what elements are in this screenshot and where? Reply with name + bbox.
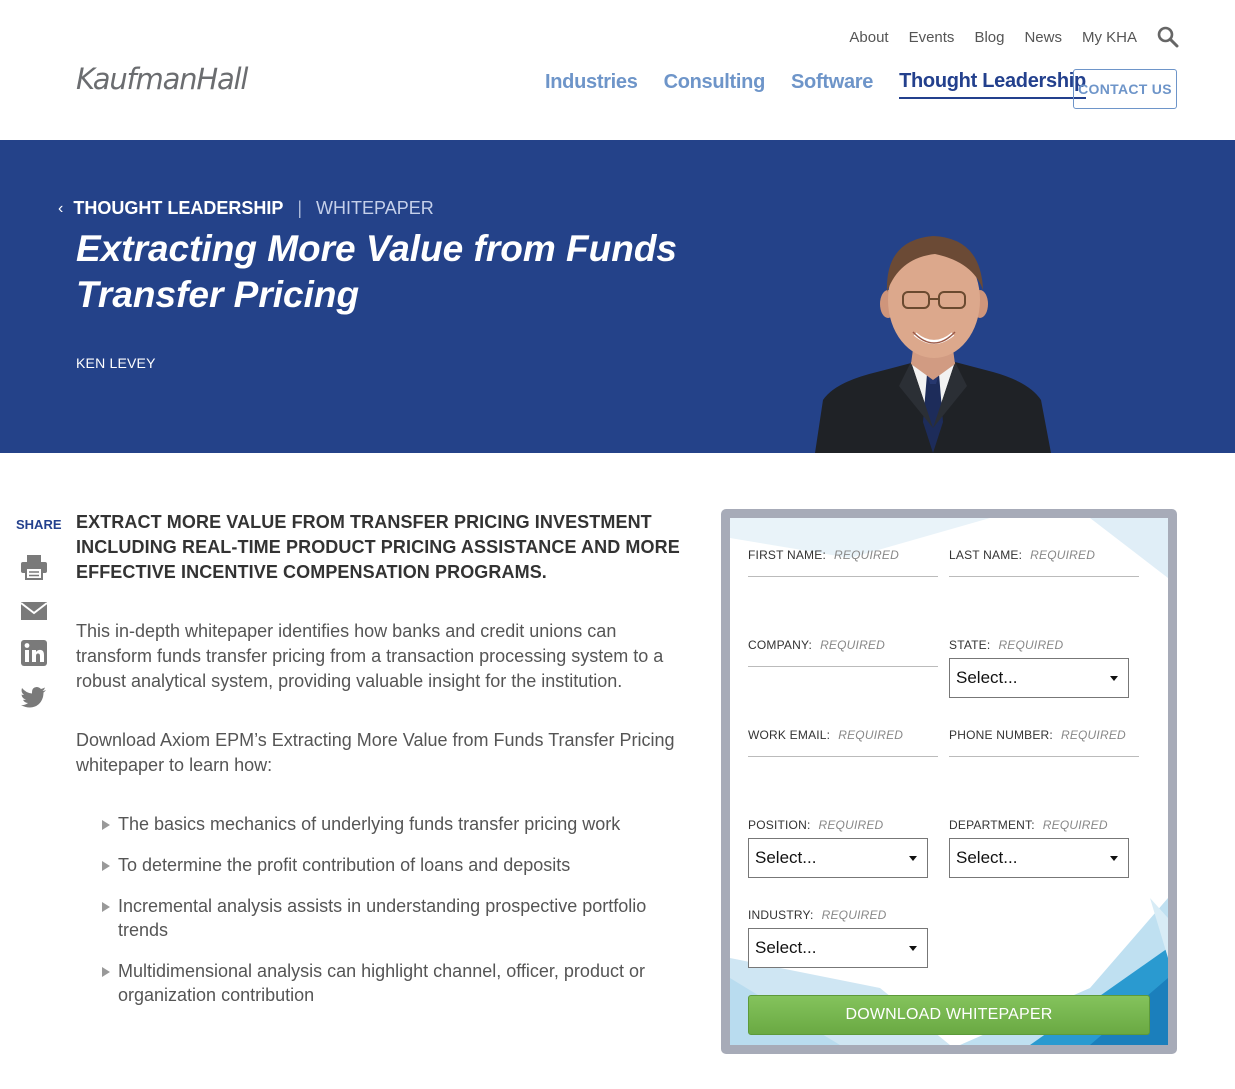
position-select[interactable]: Select... [748, 838, 928, 878]
utility-link-my-kha[interactable]: My KHA [1082, 29, 1137, 46]
page-title: Extracting More Value from Funds Transfe… [76, 228, 677, 315]
caret-down-icon [1110, 855, 1118, 861]
email-icon[interactable] [20, 597, 48, 625]
first-name-field[interactable] [748, 571, 938, 577]
nav-thought-leadership[interactable]: Thought Leadership [899, 70, 1086, 99]
last-name-field[interactable] [949, 571, 1139, 577]
phone-field[interactable] [949, 751, 1139, 757]
logo[interactable]: KaufmanHall [76, 62, 248, 96]
state-label: STATE: REQUIRED [949, 638, 1064, 652]
list-item: Multidimensional analysis can highlight … [102, 959, 686, 1007]
main-nav: Industries Consulting Software Thought L… [545, 70, 1112, 99]
triangle-bullet-icon [102, 967, 110, 977]
company-group: COMPANY: REQUIRED [748, 638, 938, 667]
breadcrumb-section[interactable]: THOUGHT LEADERSHIP [73, 198, 283, 219]
nav-industries[interactable]: Industries [545, 71, 638, 98]
position-label: POSITION: REQUIRED [748, 818, 884, 832]
nav-software[interactable]: Software [791, 71, 873, 98]
company-label: COMPANY: REQUIRED [748, 638, 886, 652]
state-group: STATE: REQUIRED Select... [949, 638, 1129, 698]
list-item: To determine the profit contribution of … [102, 853, 686, 877]
breadcrumb: ‹ THOUGHT LEADERSHIP | WHITEPAPER [58, 198, 434, 219]
last-name-group: LAST NAME: REQUIRED [949, 548, 1139, 577]
department-select[interactable]: Select... [949, 838, 1129, 878]
breadcrumb-separator: | [297, 198, 303, 218]
triangle-bullet-icon [102, 902, 110, 912]
caret-down-icon [909, 855, 917, 861]
list-item: The basics mechanics of underlying funds… [102, 812, 686, 836]
author-name: KEN LEVEY [76, 355, 156, 371]
utility-nav: About Events Blog News My KHA [849, 26, 1179, 48]
intro-paragraph: This in-depth whitepaper identifies how … [76, 621, 664, 691]
linkedin-icon[interactable] [20, 639, 48, 667]
company-field[interactable] [748, 661, 938, 667]
learn-list: The basics mechanics of underlying funds… [76, 812, 686, 1007]
author-portrait [815, 236, 1051, 453]
industry-group: INDUSTRY: REQUIRED Select... [748, 908, 928, 968]
caret-down-icon [1110, 675, 1118, 681]
twitter-icon[interactable] [20, 683, 48, 711]
department-label: DEPARTMENT: REQUIRED [949, 818, 1108, 832]
phone-group: PHONE NUMBER: REQUIRED [949, 728, 1139, 757]
list-item-text: To determine the profit contribution of … [118, 855, 571, 875]
utility-link-events[interactable]: Events [909, 29, 955, 46]
contact-us-button[interactable]: CONTACT US [1073, 69, 1177, 109]
print-icon[interactable] [20, 553, 48, 581]
industry-label: INDUSTRY: REQUIRED [748, 908, 887, 922]
share-label: SHARE [16, 517, 62, 532]
position-group: POSITION: REQUIRED Select... [748, 818, 928, 878]
chevron-left-icon[interactable]: ‹ [58, 200, 63, 218]
lead-heading: EXTRACT MORE VALUE FROM TRANSFER PRICING… [76, 512, 680, 582]
article-content: EXTRACT MORE VALUE FROM TRANSFER PRICING… [76, 510, 686, 1024]
work-email-field[interactable] [748, 751, 938, 757]
utility-link-blog[interactable]: Blog [974, 29, 1004, 46]
phone-label: PHONE NUMBER: REQUIRED [949, 728, 1126, 742]
caret-down-icon [909, 945, 917, 951]
download-form: FIRST NAME: REQUIRED LAST NAME: REQUIRED C… [730, 518, 1168, 1045]
work-email-label: WORK EMAIL: REQUIRED [748, 728, 904, 742]
department-group: DEPARTMENT: REQUIRED Select... [949, 818, 1129, 878]
search-icon[interactable] [1157, 26, 1179, 48]
first-name-label: FIRST NAME: REQUIRED [748, 548, 899, 562]
download-form-frame: FIRST NAME: REQUIRED LAST NAME: REQUIRED C… [721, 509, 1177, 1054]
last-name-label: LAST NAME: REQUIRED [949, 548, 1096, 562]
work-email-group: WORK EMAIL: REQUIRED [748, 728, 938, 757]
list-item: Incremental analysis assists in understa… [102, 894, 686, 942]
industry-select[interactable]: Select... [748, 928, 928, 968]
triangle-bullet-icon [102, 820, 110, 830]
share-bar: SHARE [16, 517, 62, 708]
list-item-text: The basics mechanics of underlying funds… [118, 814, 621, 834]
triangle-bullet-icon [102, 861, 110, 871]
nav-consulting[interactable]: Consulting [664, 71, 766, 98]
list-item-text: Multidimensional analysis can highlight … [118, 961, 645, 1005]
download-paragraph: Download Axiom EPM’s Extracting More Val… [76, 730, 675, 775]
hero-banner: ‹ THOUGHT LEADERSHIP | WHITEPAPER Extrac… [0, 140, 1235, 453]
list-item-text: Incremental analysis assists in understa… [118, 896, 647, 940]
breadcrumb-type: WHITEPAPER [316, 198, 434, 218]
download-whitepaper-button[interactable]: DOWNLOAD WHITEPAPER [748, 995, 1150, 1035]
utility-link-about[interactable]: About [849, 29, 888, 46]
utility-link-news[interactable]: News [1024, 29, 1062, 46]
first-name-group: FIRST NAME: REQUIRED [748, 548, 938, 577]
state-select[interactable]: Select... [949, 658, 1129, 698]
